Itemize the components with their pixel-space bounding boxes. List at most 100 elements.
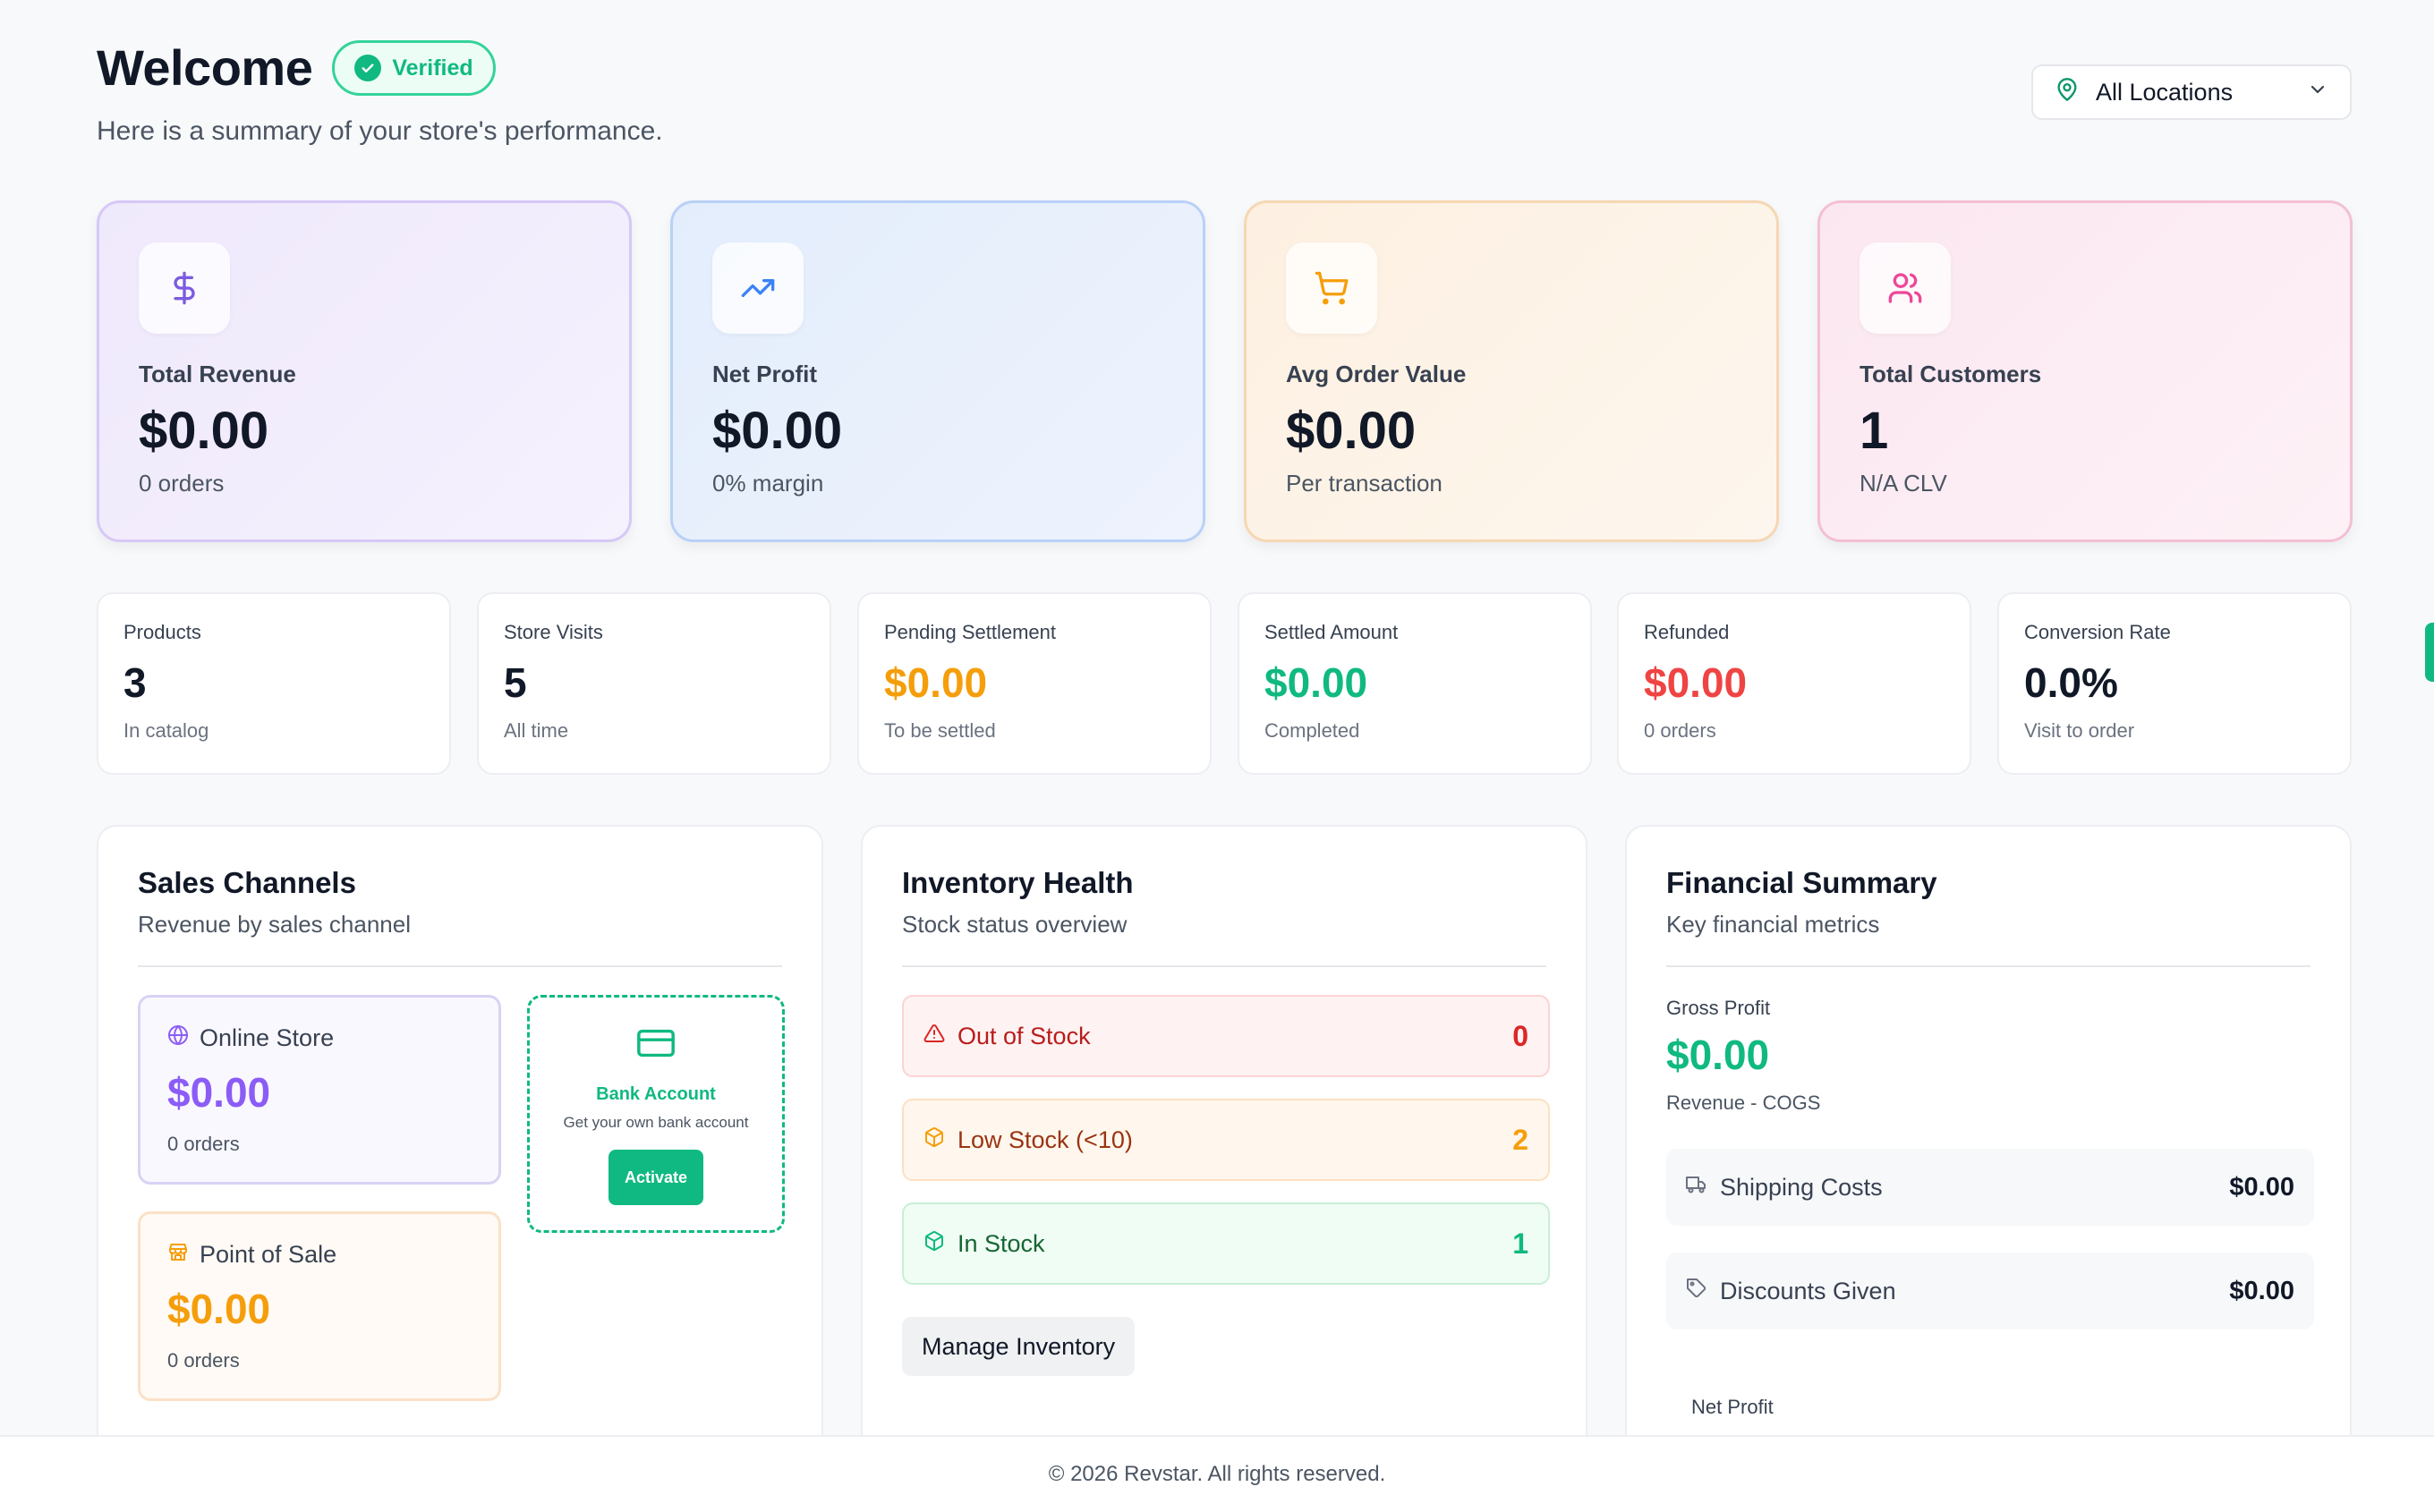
inventory-row-in-stock: In Stock 1	[902, 1202, 1550, 1285]
activate-button[interactable]: Activate	[608, 1150, 703, 1205]
stat-sub: In catalog	[123, 719, 209, 742]
stat-sub: 0 orders	[1644, 719, 1716, 742]
stat-value: 3	[123, 659, 147, 706]
gross-profit-block: Gross Profit $0.00 Revenue - COGS	[1666, 997, 1820, 1115]
sales-channels-panel: Sales Channels Revenue by sales channel …	[97, 825, 823, 1512]
financial-summary-panel: Financial Summary Key financial metrics …	[1625, 825, 2352, 1512]
financial-row-shipping: Shipping Costs $0.00	[1666, 1149, 2314, 1226]
side-panel-tab[interactable]	[2425, 623, 2434, 682]
dollar-icon	[139, 242, 230, 334]
metric-card-total-customers: Total Customers 1 N/A CLV	[1817, 200, 2353, 542]
stat-sub: Completed	[1264, 719, 1360, 742]
stat-value: $0.00	[1264, 659, 1368, 706]
location-select[interactable]: All Locations	[2031, 64, 2352, 120]
channel-name: Point of Sale	[200, 1241, 337, 1268]
inventory-label: Out of Stock	[957, 1022, 1091, 1049]
stat-value: $0.00	[884, 659, 988, 706]
page-subtitle: Here is a summary of your store's perfor…	[97, 116, 663, 146]
panel-title: Inventory Health	[902, 866, 1134, 899]
stat-value: $0.00	[1644, 659, 1748, 706]
stat-value: 5	[504, 659, 527, 706]
metric-sub: N/A CLV	[1860, 470, 1947, 497]
gross-profit-label: Gross Profit	[1666, 997, 1771, 1019]
metric-label: Avg Order Value	[1286, 361, 1467, 387]
footer-copyright: © 2026 Revstar. All rights reserved.	[1048, 1462, 1386, 1486]
globe-icon	[167, 1024, 189, 1052]
panel-subtitle: Key financial metrics	[1666, 911, 1880, 938]
metric-sub: 0 orders	[139, 470, 225, 497]
stat-label: Pending Settlement	[884, 621, 1057, 643]
stat-sub: All time	[504, 719, 569, 742]
metric-card-net-profit: Net Profit $0.00 0% margin	[670, 200, 1205, 542]
panel-title: Financial Summary	[1666, 866, 1937, 899]
chevron-down-icon	[2307, 79, 2328, 106]
verified-badge: Verified	[332, 40, 496, 96]
stat-label: Refunded	[1644, 621, 1730, 643]
channel-card-point-of-sale: Point of Sale $0.00 0 orders	[138, 1211, 501, 1401]
inventory-label: Low Stock (<10)	[957, 1126, 1133, 1153]
bank-account-card: Bank Account Get your own bank account A…	[527, 995, 785, 1233]
package-icon	[923, 1126, 945, 1154]
inventory-count: 1	[1512, 1227, 1528, 1260]
stat-card-conversion-rate: Conversion Rate 0.0% Visit to order	[1997, 592, 2352, 775]
metric-value: $0.00	[139, 402, 269, 460]
inventory-row-low-stock: Low Stock (<10) 2	[902, 1099, 1550, 1181]
credit-card-icon	[635, 1023, 677, 1068]
metric-sub: 0% margin	[712, 470, 824, 497]
stat-label: Settled Amount	[1264, 621, 1399, 643]
stat-label: Store Visits	[504, 621, 603, 643]
stat-label: Products	[123, 621, 201, 643]
metric-value: $0.00	[1286, 402, 1417, 460]
trending-up-icon	[712, 242, 804, 334]
location-select-value: All Locations	[2096, 78, 2234, 106]
metric-label: Total Customers	[1860, 361, 2042, 387]
map-pin-icon	[2055, 77, 2080, 108]
package-icon	[923, 1230, 945, 1258]
inventory-row-out-of-stock: Out of Stock 0	[902, 995, 1550, 1077]
metric-value: $0.00	[712, 402, 843, 460]
channel-sub: 0 orders	[167, 1349, 240, 1372]
metric-sub: Per transaction	[1286, 470, 1443, 497]
financial-row-value: $0.00	[2229, 1276, 2294, 1305]
stat-card-settled-amount: Settled Amount $0.00 Completed	[1238, 592, 1592, 775]
metric-value: 1	[1860, 402, 1889, 460]
metric-card-avg-order-value: Avg Order Value $0.00 Per transaction	[1244, 200, 1779, 542]
financial-row-label: Shipping Costs	[1720, 1173, 1883, 1201]
channel-value: $0.00	[167, 1069, 271, 1116]
channel-value: $0.00	[167, 1286, 271, 1332]
metric-card-total-revenue: Total Revenue $0.00 0 orders	[97, 200, 632, 542]
inventory-count: 0	[1512, 1019, 1528, 1052]
stat-value: 0.0%	[2024, 659, 2118, 706]
manage-inventory-button[interactable]: Manage Inventory	[902, 1317, 1136, 1376]
financial-row-value: $0.00	[2229, 1172, 2294, 1202]
metric-label: Total Revenue	[139, 361, 296, 387]
panel-subtitle: Revenue by sales channel	[138, 911, 411, 938]
stat-card-refunded: Refunded $0.00 0 orders	[1617, 592, 1971, 775]
panel-title: Sales Channels	[138, 866, 356, 899]
financial-row-label: Discounts Given	[1720, 1277, 1896, 1304]
cart-icon	[1286, 242, 1377, 334]
stat-card-pending-settlement: Pending Settlement $0.00 To be settled	[857, 592, 1212, 775]
verified-label: Verified	[392, 55, 473, 81]
inventory-health-panel: Inventory Health Stock status overview O…	[861, 825, 1587, 1512]
divider	[138, 965, 782, 967]
footer: © 2026 Revstar. All rights reserved.	[0, 1435, 2434, 1512]
store-icon	[167, 1241, 189, 1269]
stat-sub: Visit to order	[2024, 719, 2135, 742]
stat-label: Conversion Rate	[2024, 621, 2171, 643]
page-title: Welcome	[97, 39, 313, 96]
financial-row-discounts: Discounts Given $0.00	[1666, 1253, 2314, 1329]
gross-profit-value: $0.00	[1666, 1032, 1770, 1078]
stat-sub: To be settled	[884, 719, 996, 742]
inventory-label: In Stock	[957, 1229, 1045, 1257]
divider	[1666, 965, 2311, 967]
page-header: Welcome Verified Here is a summary of yo…	[97, 36, 2352, 152]
alert-triangle-icon	[923, 1023, 945, 1050]
net-profit-label: Net Profit	[1691, 1396, 1774, 1418]
gross-profit-sub: Revenue - COGS	[1666, 1092, 1821, 1114]
divider	[902, 965, 1546, 967]
bank-account-title: Bank Account	[596, 1084, 716, 1104]
stat-card-store-visits: Store Visits 5 All time	[477, 592, 831, 775]
check-circle-icon	[354, 55, 382, 81]
inventory-count: 2	[1512, 1123, 1528, 1156]
